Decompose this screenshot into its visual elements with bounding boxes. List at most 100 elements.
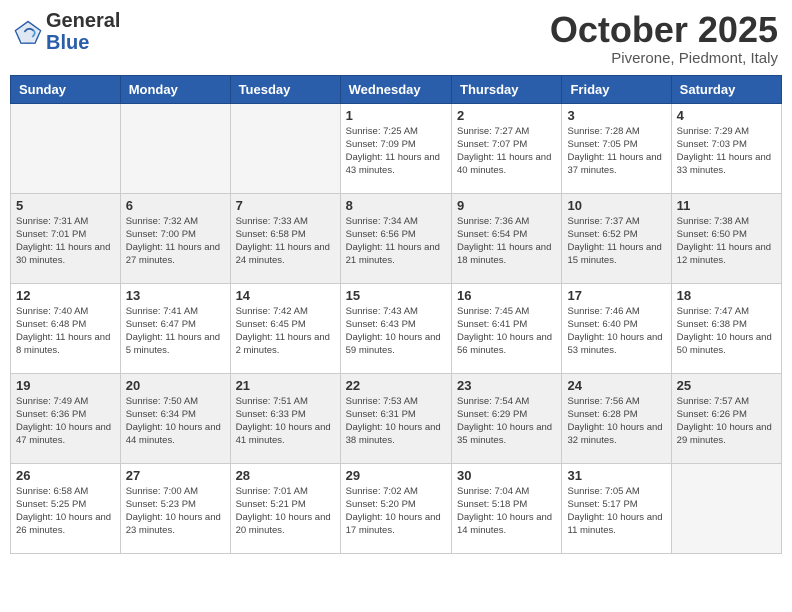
weekday-header-tuesday: Tuesday <box>230 75 340 103</box>
day-number: 31 <box>567 468 665 483</box>
calendar-cell: 19 Sunrise: 7:49 AM Sunset: 6:36 PM Dayli… <box>11 373 121 463</box>
day-info: Sunrise: 7:46 AM Sunset: 6:40 PM Dayligh… <box>567 305 665 358</box>
title-area: October 2025 Piverone, Piedmont, Italy <box>550 10 778 67</box>
day-info: Sunrise: 7:40 AM Sunset: 6:48 PM Dayligh… <box>16 305 115 358</box>
day-number: 2 <box>457 108 556 123</box>
day-info: Sunrise: 7:54 AM Sunset: 6:29 PM Dayligh… <box>457 395 556 448</box>
week-row-5: 26Sunrise: 6:58 AM Sunset: 5:25 PM Dayli… <box>11 463 782 553</box>
calendar-cell: 26Sunrise: 6:58 AM Sunset: 5:25 PM Dayli… <box>11 463 121 553</box>
day-info: Sunrise: 7:01 AM Sunset: 5:21 PM Dayligh… <box>236 485 335 538</box>
calendar-cell: 22 Sunrise: 7:53 AM Sunset: 6:31 PM Dayli… <box>340 373 451 463</box>
day-number: 25 <box>677 378 776 393</box>
day-number: 6 <box>126 198 225 213</box>
day-number: 9 <box>457 198 556 213</box>
day-number: 19 <box>16 378 115 393</box>
weekday-header-monday: Monday <box>120 75 230 103</box>
calendar-cell: 20Sunrise: 7:50 AM Sunset: 6:34 PM Dayli… <box>120 373 230 463</box>
day-number: 27 <box>126 468 225 483</box>
day-info: Sunrise: 7:05 AM Sunset: 5:17 PM Dayligh… <box>567 485 665 538</box>
calendar-cell: 18Sunrise: 7:47 AM Sunset: 6:38 PM Dayli… <box>671 283 781 373</box>
page-header: General Blue October 2025 Piverone, Pied… <box>10 10 782 67</box>
day-number: 17 <box>567 288 665 303</box>
day-info: Sunrise: 7:04 AM Sunset: 5:18 PM Dayligh… <box>457 485 556 538</box>
day-info: Sunrise: 7:34 AM Sunset: 6:56 PM Dayligh… <box>346 215 446 268</box>
day-number: 11 <box>677 198 776 213</box>
day-number: 16 <box>457 288 556 303</box>
day-number: 1 <box>346 108 446 123</box>
day-number: 4 <box>677 108 776 123</box>
logo: General Blue <box>14 10 120 54</box>
month-title: October 2025 <box>550 10 778 50</box>
calendar-cell: 8 Sunrise: 7:34 AM Sunset: 6:56 PM Daylig… <box>340 193 451 283</box>
day-info: Sunrise: 7:00 AM Sunset: 5:23 PM Dayligh… <box>126 485 225 538</box>
day-number: 23 <box>457 378 556 393</box>
day-info: Sunrise: 7:38 AM Sunset: 6:50 PM Dayligh… <box>677 215 776 268</box>
day-number: 7 <box>236 198 335 213</box>
calendar-cell: 24Sunrise: 7:56 AM Sunset: 6:28 PM Dayli… <box>562 373 671 463</box>
weekday-header-sunday: Sunday <box>11 75 121 103</box>
day-number: 28 <box>236 468 335 483</box>
day-number: 15 <box>346 288 446 303</box>
calendar-cell: 29 Sunrise: 7:02 AM Sunset: 5:20 PM Dayli… <box>340 463 451 553</box>
day-info: Sunrise: 7:50 AM Sunset: 6:34 PM Dayligh… <box>126 395 225 448</box>
calendar-cell <box>120 103 230 193</box>
day-info: Sunrise: 7:51 AM Sunset: 6:33 PM Dayligh… <box>236 395 335 448</box>
calendar-table: SundayMondayTuesdayWednesdayThursdayFrid… <box>10 75 782 554</box>
calendar-cell: 2 Sunrise: 7:27 AM Sunset: 7:07 PM Daylig… <box>452 103 562 193</box>
day-info: Sunrise: 7:31 AM Sunset: 7:01 PM Dayligh… <box>16 215 115 268</box>
calendar-cell: 12 Sunrise: 7:40 AM Sunset: 6:48 PM Dayli… <box>11 283 121 373</box>
day-info: Sunrise: 7:37 AM Sunset: 6:52 PM Dayligh… <box>567 215 665 268</box>
calendar-cell: 5 Sunrise: 7:31 AM Sunset: 7:01 PM Daylig… <box>11 193 121 283</box>
calendar-cell <box>671 463 781 553</box>
calendar-cell: 14Sunrise: 7:42 AM Sunset: 6:45 PM Dayli… <box>230 283 340 373</box>
calendar-cell: 30 Sunrise: 7:04 AM Sunset: 5:18 PM Dayli… <box>452 463 562 553</box>
calendar-cell: 1 Sunrise: 7:25 AM Sunset: 7:09 PM Daylig… <box>340 103 451 193</box>
location-subtitle: Piverone, Piedmont, Italy <box>550 50 778 67</box>
week-row-3: 12 Sunrise: 7:40 AM Sunset: 6:48 PM Dayli… <box>11 283 782 373</box>
day-info: Sunrise: 7:49 AM Sunset: 6:36 PM Dayligh… <box>16 395 115 448</box>
day-number: 29 <box>346 468 446 483</box>
weekday-header-friday: Friday <box>562 75 671 103</box>
day-number: 24 <box>567 378 665 393</box>
week-row-4: 19 Sunrise: 7:49 AM Sunset: 6:36 PM Dayli… <box>11 373 782 463</box>
day-number: 14 <box>236 288 335 303</box>
calendar-cell: 6 Sunrise: 7:32 AM Sunset: 7:00 PM Daylig… <box>120 193 230 283</box>
day-number: 30 <box>457 468 556 483</box>
day-info: Sunrise: 7:25 AM Sunset: 7:09 PM Dayligh… <box>346 125 446 178</box>
calendar-cell: 11 Sunrise: 7:38 AM Sunset: 6:50 PM Dayli… <box>671 193 781 283</box>
day-number: 10 <box>567 198 665 213</box>
day-info: Sunrise: 7:32 AM Sunset: 7:00 PM Dayligh… <box>126 215 225 268</box>
calendar-cell: 7 Sunrise: 7:33 AM Sunset: 6:58 PM Daylig… <box>230 193 340 283</box>
weekday-header-saturday: Saturday <box>671 75 781 103</box>
calendar-cell <box>230 103 340 193</box>
day-info: Sunrise: 7:41 AM Sunset: 6:47 PM Dayligh… <box>126 305 225 358</box>
day-info: Sunrise: 7:02 AM Sunset: 5:20 PM Dayligh… <box>346 485 446 538</box>
day-number: 3 <box>567 108 665 123</box>
day-info: Sunrise: 7:47 AM Sunset: 6:38 PM Dayligh… <box>677 305 776 358</box>
calendar-cell: 15 Sunrise: 7:43 AM Sunset: 6:43 PM Dayli… <box>340 283 451 373</box>
day-number: 21 <box>236 378 335 393</box>
day-info: Sunrise: 7:29 AM Sunset: 7:03 PM Dayligh… <box>677 125 776 178</box>
logo-blue-text: Blue <box>46 32 89 54</box>
day-number: 12 <box>16 288 115 303</box>
day-info: Sunrise: 7:36 AM Sunset: 6:54 PM Dayligh… <box>457 215 556 268</box>
day-info: Sunrise: 7:33 AM Sunset: 6:58 PM Dayligh… <box>236 215 335 268</box>
calendar-cell: 13Sunrise: 7:41 AM Sunset: 6:47 PM Dayli… <box>120 283 230 373</box>
day-info: Sunrise: 7:27 AM Sunset: 7:07 PM Dayligh… <box>457 125 556 178</box>
day-info: Sunrise: 7:45 AM Sunset: 6:41 PM Dayligh… <box>457 305 556 358</box>
calendar-cell: 23 Sunrise: 7:54 AM Sunset: 6:29 PM Dayli… <box>452 373 562 463</box>
weekday-header-thursday: Thursday <box>452 75 562 103</box>
calendar-cell: 31 Sunrise: 7:05 AM Sunset: 5:17 PM Dayli… <box>562 463 671 553</box>
weekday-header-wednesday: Wednesday <box>340 75 451 103</box>
day-number: 22 <box>346 378 446 393</box>
day-info: Sunrise: 7:53 AM Sunset: 6:31 PM Dayligh… <box>346 395 446 448</box>
weekday-header-row: SundayMondayTuesdayWednesdayThursdayFrid… <box>11 75 782 103</box>
day-number: 5 <box>16 198 115 213</box>
day-number: 8 <box>346 198 446 213</box>
calendar-cell: 27 Sunrise: 7:00 AM Sunset: 5:23 PM Dayli… <box>120 463 230 553</box>
day-info: Sunrise: 7:43 AM Sunset: 6:43 PM Dayligh… <box>346 305 446 358</box>
calendar-cell: 16 Sunrise: 7:45 AM Sunset: 6:41 PM Dayli… <box>452 283 562 373</box>
day-info: Sunrise: 6:58 AM Sunset: 5:25 PM Dayligh… <box>16 485 115 538</box>
day-info: Sunrise: 7:28 AM Sunset: 7:05 PM Dayligh… <box>567 125 665 178</box>
logo-icon <box>14 18 42 46</box>
